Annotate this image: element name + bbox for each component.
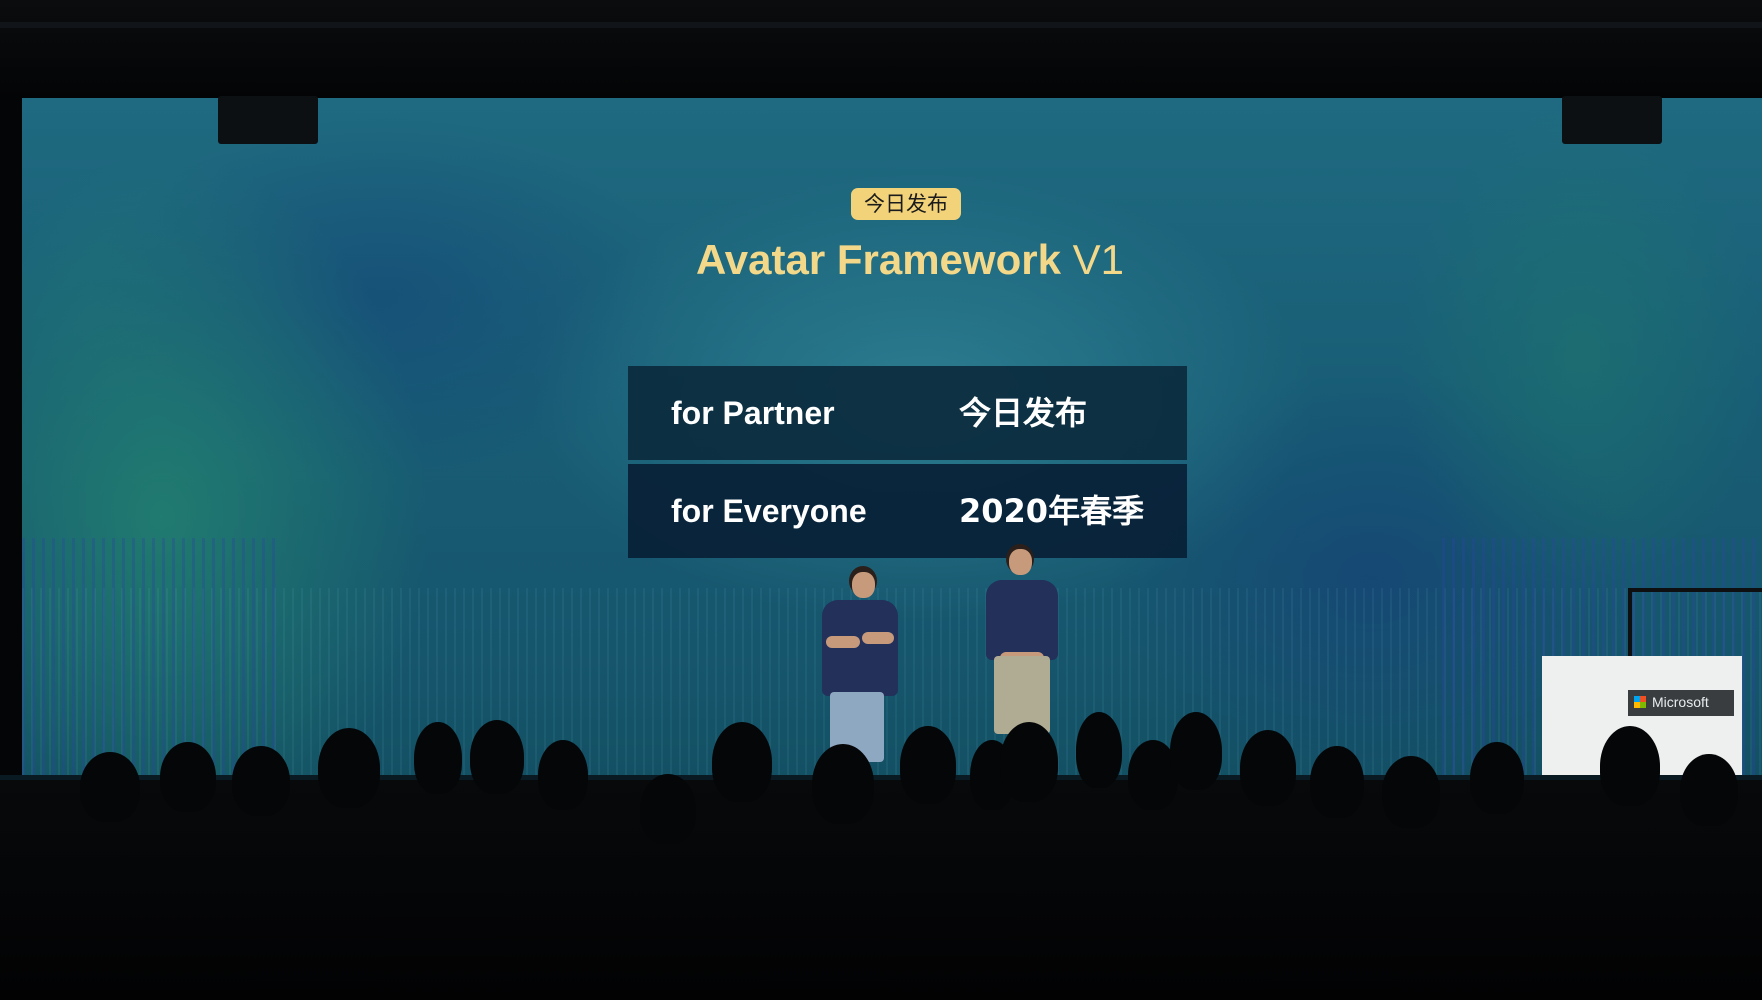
title-text: Avatar Framework [696,236,1073,283]
row-audience: for Everyone [671,493,867,529]
audience-head [538,740,588,810]
screen-streaks-left [22,538,282,778]
audience-head [1310,746,1364,818]
row-release-date: 今日发布 [959,394,1088,432]
audience-head [1382,756,1440,828]
microsoft-logo-icon [1634,696,1646,708]
row-release-date: 2020年春季 [959,492,1145,530]
audience-head [470,720,524,794]
audience-head [1680,754,1738,826]
audience-head [1000,722,1058,802]
release-badge: 今日发布 [851,188,961,220]
audience-head [1600,726,1660,806]
presenter-arm [862,632,894,644]
audience-head [232,746,290,816]
audience-head [812,744,874,824]
release-row: for Everyone 2020年春季 [628,464,1187,558]
presenter-shirt [986,580,1058,660]
podium-frame [1628,588,1762,662]
event-photo: 今日发布 Avatar Framework V1 for Partner 今日发… [0,0,1762,1000]
podium-logo-text: Microsoft [1652,694,1709,710]
release-table: for Partner 今日发布 for Everyone 2020年春季 [628,366,1187,562]
audience-head [1076,712,1122,788]
lighting-truss [0,22,1762,28]
presenter-face [852,572,875,598]
presenter-face [1009,549,1032,575]
release-row: for Partner 今日发布 [628,366,1187,460]
slide-title: Avatar Framework V1 [580,236,1240,284]
hanging-speaker-left [218,96,318,144]
audience-head [1470,742,1524,814]
ceiling [0,0,1762,100]
audience-head [900,726,956,804]
presenter-arm [826,636,860,648]
audience-head [160,742,216,812]
hanging-speaker-right [1562,96,1662,144]
audience-head [640,774,696,844]
row-audience: for Partner [671,395,835,431]
audience-head [712,722,772,802]
audience-head [318,728,380,808]
presenter-shirt [822,600,898,696]
audience-head [414,722,462,794]
audience-head [1240,730,1296,806]
audience-head [1170,712,1222,790]
audience-head [80,752,140,822]
title-version: V1 [1072,236,1124,283]
